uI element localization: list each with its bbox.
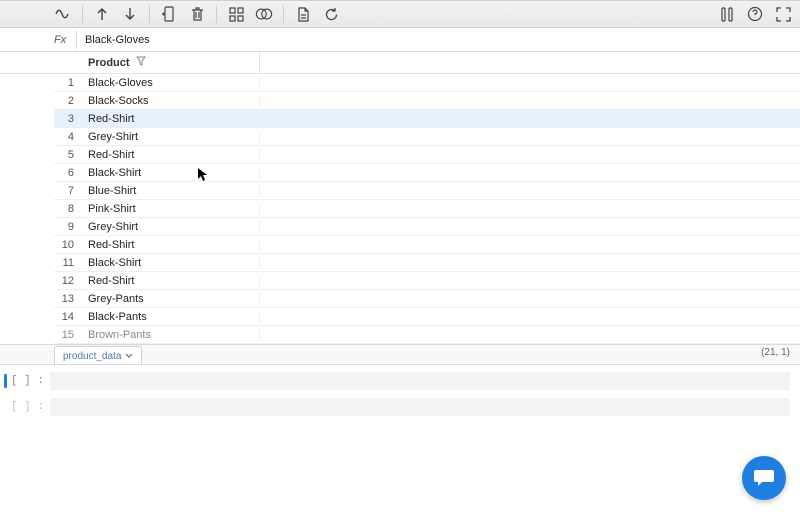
- sheet-tab[interactable]: product_data: [54, 346, 142, 364]
- row-index: 8: [54, 203, 82, 215]
- table-row[interactable]: 11Black-Shirt: [54, 254, 800, 272]
- table-row[interactable]: 1Black-Gloves: [54, 74, 800, 92]
- table-row[interactable]: 10Red-Shirt: [54, 236, 800, 254]
- refresh-icon[interactable]: [322, 5, 340, 23]
- console-area: [ ] : [ ] :: [0, 371, 800, 514]
- table-row[interactable]: 5Red-Shirt: [54, 146, 800, 164]
- grid-icon[interactable]: [227, 5, 245, 23]
- fx-label: Fx: [54, 34, 76, 46]
- chat-button[interactable]: [742, 456, 786, 500]
- formula-bar: Fx Black-Gloves: [0, 28, 800, 52]
- cell-product[interactable]: Black-Pants: [82, 311, 260, 323]
- table-row[interactable]: 4Grey-Shirt: [54, 128, 800, 146]
- fx-value[interactable]: Black-Gloves: [85, 34, 150, 46]
- filter-icon[interactable]: [136, 56, 146, 69]
- prompt-label: [ ] :: [11, 375, 44, 387]
- row-index: 14: [54, 311, 82, 323]
- table-row[interactable]: 2Black-Socks: [54, 92, 800, 110]
- toolbar: [0, 0, 800, 28]
- column-header[interactable]: Product: [82, 52, 260, 73]
- venn-icon[interactable]: [255, 5, 273, 23]
- data-grid[interactable]: Product 1Black-Gloves2Black-Socks3Red-Sh…: [0, 52, 800, 345]
- row-index: 3: [54, 113, 82, 125]
- console-line-active[interactable]: [ ] :: [0, 371, 800, 391]
- console-line[interactable]: [ ] :: [0, 397, 800, 417]
- chat-icon: [753, 468, 775, 488]
- active-line-indicator: [4, 374, 7, 388]
- sheet-tab-label: product_data: [63, 351, 121, 362]
- dimensions-label: (21, 1): [761, 347, 790, 358]
- row-index: 11: [54, 257, 82, 269]
- table-row[interactable]: 9Grey-Shirt: [54, 218, 800, 236]
- sheet-tab-bar: product_data (21, 1): [0, 345, 800, 365]
- add-column-icon[interactable]: [160, 5, 178, 23]
- cell-product[interactable]: Blue-Shirt: [82, 185, 260, 197]
- cell-product[interactable]: Grey-Shirt: [82, 221, 260, 233]
- columns-icon[interactable]: [718, 5, 736, 23]
- help-icon[interactable]: [746, 5, 764, 23]
- cell-product[interactable]: Red-Shirt: [82, 149, 260, 161]
- row-index: 9: [54, 221, 82, 233]
- cell-product[interactable]: Grey-Shirt: [82, 131, 260, 143]
- row-index: 12: [54, 275, 82, 287]
- cell-product[interactable]: Black-Gloves: [82, 77, 260, 89]
- row-index: 5: [54, 149, 82, 161]
- column-header-label: Product: [88, 57, 130, 69]
- row-index: 6: [54, 167, 82, 179]
- table-row[interactable]: 3Red-Shirt: [54, 110, 800, 128]
- row-index: 2: [54, 95, 82, 107]
- cell-product[interactable]: Black-Shirt: [82, 167, 260, 179]
- row-index: 13: [54, 293, 82, 305]
- trash-icon[interactable]: [188, 5, 206, 23]
- table-row[interactable]: 14Black-Pants: [54, 308, 800, 326]
- chevron-down-icon: [125, 351, 133, 362]
- table-row[interactable]: 8Pink-Shirt: [54, 200, 800, 218]
- cell-product[interactable]: Black-Socks: [82, 95, 260, 107]
- row-index: 15: [54, 329, 82, 341]
- table-row[interactable]: 6Black-Shirt: [54, 164, 800, 182]
- row-index: 4: [54, 131, 82, 143]
- cell-product[interactable]: Brown-Pants: [82, 329, 260, 341]
- cell-product[interactable]: Red-Shirt: [82, 275, 260, 287]
- row-index: 1: [54, 77, 82, 89]
- table-row[interactable]: 7Blue-Shirt: [54, 182, 800, 200]
- row-index: 10: [54, 239, 82, 251]
- cell-product[interactable]: Grey-Pants: [82, 293, 260, 305]
- table-row[interactable]: 13Grey-Pants: [54, 290, 800, 308]
- arrow-down-icon[interactable]: [121, 5, 139, 23]
- cell-product[interactable]: Red-Shirt: [82, 239, 260, 251]
- prompt-label: [ ] :: [11, 401, 44, 413]
- cell-product[interactable]: Red-Shirt: [82, 113, 260, 125]
- expand-icon[interactable]: [774, 5, 792, 23]
- table-row[interactable]: 12Red-Shirt: [54, 272, 800, 290]
- row-index: 7: [54, 185, 82, 197]
- cell-product[interactable]: Black-Shirt: [82, 257, 260, 269]
- cell-product[interactable]: Pink-Shirt: [82, 203, 260, 215]
- table-row[interactable]: 15Brown-Pants: [54, 326, 800, 344]
- document-icon[interactable]: [294, 5, 312, 23]
- wave-icon[interactable]: [54, 5, 72, 23]
- arrow-up-icon[interactable]: [93, 5, 111, 23]
